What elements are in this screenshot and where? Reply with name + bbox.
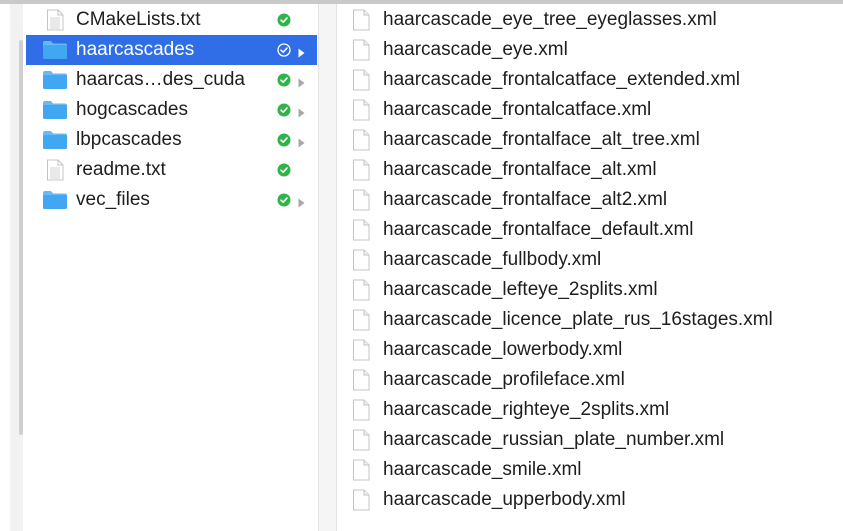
item-label: vec_files [76, 189, 150, 210]
file-name: haarcascade_russian_plate_number.xml [383, 429, 725, 450]
file-row[interactable]: haarcascade_smile.xml [338, 455, 843, 485]
disclosure-chevron-icon [298, 45, 305, 58]
disclosure-chevron-icon [298, 195, 305, 208]
blank-document-icon [352, 39, 370, 66]
item-label: lbpcascades [76, 129, 182, 150]
file-row[interactable]: haarcascade_licence_plate_rus_16stages.x… [338, 305, 843, 335]
file-row[interactable]: haarcascade_frontalcatface_extended.xml [338, 65, 843, 95]
blank-document-icon [352, 279, 370, 306]
folder-icon [42, 130, 68, 155]
file-row[interactable]: haarcascade_profileface.xml [338, 365, 843, 395]
file-row[interactable]: haarcascade_lefteye_2splits.xml [338, 275, 843, 305]
blank-document-icon [352, 69, 370, 96]
item-label: haarcas…des_cuda [76, 69, 245, 90]
file-row[interactable]: CMakeLists.txt [26, 5, 317, 35]
synced-check-icon [277, 73, 291, 87]
text-document-icon [46, 9, 64, 36]
blank-document-icon [352, 309, 370, 336]
column-resize-divider[interactable] [318, 4, 337, 531]
file-row[interactable]: haarcascade_frontalcatface.xml [338, 95, 843, 125]
file-name: haarcascade_licence_plate_rus_16stages.x… [383, 309, 773, 330]
file-row[interactable]: readme.txt [26, 155, 317, 185]
file-name: haarcascade_eye_tree_eyeglasses.xml [383, 9, 717, 30]
synced-check-icon [277, 103, 291, 117]
file-row[interactable]: haarcascade_frontalface_alt.xml [338, 155, 843, 185]
file-row[interactable]: haarcascade_upperbody.xml [338, 485, 843, 515]
file-name: haarcascade_frontalcatface_extended.xml [383, 69, 741, 90]
synced-check-icon [277, 13, 291, 27]
file-row[interactable]: haarcascade_fullbody.xml [338, 245, 843, 275]
blank-document-icon [352, 249, 370, 276]
file-name: haarcascade_lowerbody.xml [383, 339, 623, 360]
column-scrollbar[interactable] [19, 40, 23, 435]
folder-column: CMakeLists.txt haarcascades haarcas…des_cu… [26, 4, 317, 531]
folder-icon [42, 190, 68, 215]
file-row[interactable]: haarcascade_eye_tree_eyeglasses.xml [338, 5, 843, 35]
file-name: haarcascade_eye.xml [383, 39, 568, 60]
file-name: haarcascade_frontalface_alt2.xml [383, 189, 668, 210]
item-label: CMakeLists.txt [76, 9, 201, 30]
disclosure-chevron-icon [298, 75, 305, 88]
item-label: readme.txt [76, 159, 166, 180]
synced-check-icon [277, 163, 291, 177]
folder-icon [42, 100, 68, 125]
folder-row[interactable]: vec_files [26, 185, 317, 215]
folder-row[interactable]: haarcascades [26, 35, 317, 65]
blank-document-icon [352, 9, 370, 36]
folder-icon [42, 70, 68, 95]
file-column: haarcascade_eye_tree_eyeglasses.xmlhaarc… [338, 4, 843, 531]
file-name: haarcascade_fullbody.xml [383, 249, 602, 270]
file-row[interactable]: haarcascade_eye.xml [338, 35, 843, 65]
blank-document-icon [352, 219, 370, 246]
item-label: haarcascades [76, 39, 195, 60]
synced-check-icon [277, 43, 291, 57]
file-name: haarcascade_righteye_2splits.xml [383, 399, 670, 420]
folder-icon [42, 40, 68, 65]
item-label: hogcascades [76, 99, 188, 120]
file-name: haarcascade_profileface.xml [383, 369, 625, 390]
file-row[interactable]: haarcascade_frontalface_default.xml [338, 215, 843, 245]
file-row[interactable]: haarcascade_frontalface_alt_tree.xml [338, 125, 843, 155]
text-document-icon [46, 159, 64, 186]
file-row[interactable]: haarcascade_lowerbody.xml [338, 335, 843, 365]
file-row[interactable]: haarcascade_russian_plate_number.xml [338, 425, 843, 455]
blank-document-icon [352, 489, 370, 516]
disclosure-chevron-icon [298, 105, 305, 118]
synced-check-icon [277, 193, 291, 207]
blank-document-icon [352, 369, 370, 396]
folder-row[interactable]: haarcas…des_cuda [26, 65, 317, 95]
file-name: haarcascade_frontalcatface.xml [383, 99, 652, 120]
synced-check-icon [277, 133, 291, 147]
folder-row[interactable]: lbpcascades [26, 125, 317, 155]
disclosure-chevron-icon [298, 135, 305, 148]
file-row[interactable]: haarcascade_frontalface_alt2.xml [338, 185, 843, 215]
blank-document-icon [352, 129, 370, 156]
file-name: haarcascade_lefteye_2splits.xml [383, 279, 658, 300]
file-row[interactable]: haarcascade_righteye_2splits.xml [338, 395, 843, 425]
blank-document-icon [352, 339, 370, 366]
blank-document-icon [352, 159, 370, 186]
blank-document-icon [352, 189, 370, 216]
folder-row[interactable]: hogcascades [26, 95, 317, 125]
blank-document-icon [352, 399, 370, 426]
file-name: haarcascade_frontalface_default.xml [383, 219, 694, 240]
finder-column-view: CMakeLists.txt haarcascades haarcas…des_cu… [0, 0, 843, 531]
file-name: haarcascade_frontalface_alt.xml [383, 159, 657, 180]
blank-document-icon [352, 99, 370, 126]
file-name: haarcascade_frontalface_alt_tree.xml [383, 129, 700, 150]
blank-document-icon [352, 429, 370, 456]
file-name: haarcascade_upperbody.xml [383, 489, 626, 510]
blank-document-icon [352, 459, 370, 486]
file-name: haarcascade_smile.xml [383, 459, 582, 480]
